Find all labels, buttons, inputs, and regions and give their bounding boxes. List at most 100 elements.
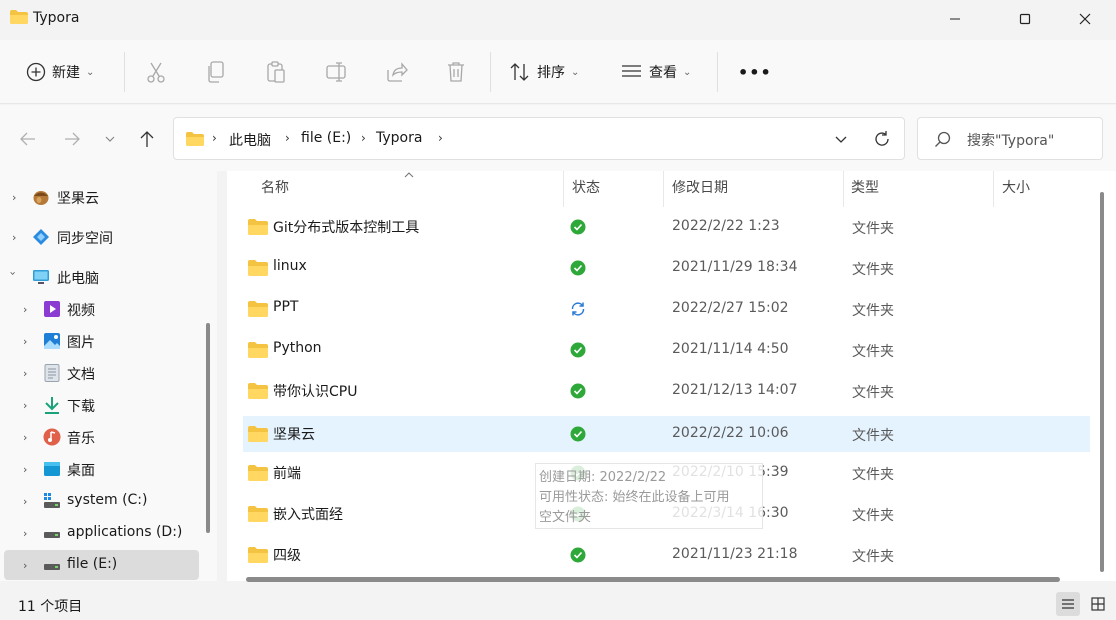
column-divider[interactable] [663, 171, 664, 207]
new-button[interactable]: 新建 ⌄ [26, 52, 94, 92]
breadcrumb-this-pc[interactable]: 此电脑 [229, 130, 271, 150]
recent-locations-button[interactable] [96, 125, 124, 153]
sidebar-item-pictures[interactable]: › 图片 [4, 326, 199, 356]
sidebar-item-nutstore[interactable]: › 坚果云 [4, 182, 199, 212]
arrow-right-icon [65, 132, 80, 146]
delete-button[interactable] [446, 52, 466, 92]
chevron-right-icon[interactable]: › [23, 303, 27, 316]
sort-button[interactable]: 排序 ⌄ [509, 52, 579, 92]
synced-check-icon [570, 260, 586, 276]
maximize-icon [1019, 13, 1031, 25]
sidebar-item-documents[interactable]: › 文档 [4, 358, 199, 388]
chevron-right-icon[interactable]: › [23, 495, 27, 508]
sidebar-item-drive-d[interactable]: › applications (D:) [4, 518, 199, 548]
column-header-name[interactable]: 名称 [261, 177, 289, 197]
search-icon [935, 131, 951, 147]
file-row[interactable]: 带你认识CPU 2021/12/13 14:07 文件夹 [243, 373, 1090, 409]
file-row[interactable]: Git分布式版本控制工具 2022/2/22 1:23 文件夹 [243, 209, 1090, 245]
sidebar-item-drive-c[interactable]: › system (C:) [4, 486, 199, 516]
column-header-date[interactable]: 修改日期 [672, 177, 728, 197]
sidebar-item-videos[interactable]: › 视频 [4, 294, 199, 324]
chevron-right-icon[interactable]: › [23, 431, 27, 444]
sidebar-item-label: 同步空间 [57, 231, 113, 247]
chevron-right-icon[interactable]: › [23, 559, 27, 572]
chevron-down-icon[interactable]: › [7, 271, 20, 275]
file-row[interactable]: Python 2021/11/14 4:50 文件夹 [243, 332, 1090, 368]
file-name[interactable]: Git分布式版本控制工具 [273, 217, 419, 237]
windows-drive-icon [44, 493, 60, 508]
column-divider[interactable] [563, 171, 564, 207]
chevron-right-icon[interactable]: › [23, 367, 27, 380]
folder-icon [248, 506, 268, 522]
pictures-icon [44, 333, 60, 349]
sidebar-item-music[interactable]: › 音乐 [4, 422, 199, 452]
search-input[interactable]: 搜索"Typora" [967, 130, 1054, 150]
folder-icon [248, 260, 268, 276]
column-divider[interactable] [843, 171, 844, 207]
sync-space-icon [33, 229, 49, 245]
more-options-button[interactable]: ••• [738, 52, 772, 92]
view-button[interactable]: 查看 ⌄ [621, 52, 691, 92]
cut-button[interactable] [146, 52, 166, 92]
sidebar-item-desktop[interactable]: › 桌面 [4, 454, 199, 484]
file-row[interactable]: PPT 2022/2/27 15:02 文件夹 [243, 291, 1090, 327]
file-row[interactable]: linux 2021/11/29 18:34 文件夹 [243, 250, 1090, 286]
rename-button[interactable] [326, 52, 348, 92]
minimize-button[interactable] [932, 0, 978, 38]
details-view-button[interactable] [1056, 592, 1080, 616]
sidebar-item-label: 音乐 [67, 431, 95, 447]
close-button[interactable] [1062, 0, 1108, 38]
paste-icon [267, 61, 285, 83]
file-row[interactable]: 四级 2021/11/23 21:18 文件夹 [243, 537, 1090, 573]
chevron-right-icon[interactable]: › [12, 191, 16, 204]
column-header-status[interactable]: 状态 [572, 177, 600, 197]
column-header-size[interactable]: 大小 [1002, 177, 1030, 197]
search-box[interactable]: 搜索"Typora" [917, 117, 1103, 160]
file-name[interactable]: Python [273, 340, 322, 356]
vertical-scrollbar[interactable] [1100, 192, 1104, 572]
forward-button[interactable] [58, 125, 86, 153]
cut-icon [147, 62, 165, 83]
back-button[interactable] [14, 125, 42, 153]
file-name[interactable]: linux [273, 258, 307, 274]
file-type: 文件夹 [852, 344, 894, 360]
chevron-right-icon[interactable]: › [12, 231, 16, 244]
share-button[interactable] [386, 52, 408, 92]
tooltip-availability: 可用性状态: 始终在此设备上可用 [539, 490, 730, 505]
horizontal-scrollbar[interactable] [246, 577, 1060, 582]
thumbnail-view-icon [1091, 597, 1105, 611]
file-name[interactable]: 四级 [273, 545, 301, 565]
maximize-button[interactable] [1002, 0, 1048, 38]
file-name[interactable]: 前端 [273, 463, 301, 483]
column-divider[interactable] [993, 171, 994, 207]
chevron-right-icon[interactable]: › [23, 527, 27, 540]
sidebar-item-this-pc[interactable]: › 此电脑 [4, 262, 199, 292]
file-name[interactable]: 嵌入式面经 [273, 504, 343, 524]
refresh-icon[interactable] [873, 130, 891, 148]
sidebar-item-sync-space[interactable]: › 同步空间 [4, 222, 199, 252]
synced-check-icon [570, 219, 586, 235]
address-bar[interactable]: › 此电脑 › file (E:) › Typora › [173, 117, 905, 160]
up-button[interactable] [133, 125, 161, 153]
breadcrumb-drive-e[interactable]: file (E:) [301, 130, 351, 146]
file-name[interactable]: 带你认识CPU [273, 381, 357, 401]
sidebar-item-label: 视频 [67, 303, 95, 319]
copy-button[interactable] [206, 52, 226, 92]
chevron-right-icon: › [212, 131, 217, 145]
column-header-type[interactable]: 类型 [851, 177, 879, 197]
sidebar-scrollbar[interactable] [206, 323, 210, 533]
thumbnail-view-button[interactable] [1086, 592, 1110, 616]
paste-button[interactable] [266, 52, 286, 92]
sidebar-item-downloads[interactable]: › 下载 [4, 390, 199, 420]
file-row[interactable]: 坚果云 2022/2/22 10:06 文件夹 [243, 416, 1090, 452]
sidebar-item-drive-e[interactable]: › file (E:) [4, 550, 199, 580]
file-name[interactable]: 坚果云 [273, 424, 315, 444]
breadcrumb-typora[interactable]: Typora [376, 130, 422, 146]
chevron-down-icon[interactable] [834, 135, 848, 144]
chevron-right-icon[interactable]: › [23, 335, 27, 348]
chevron-right-icon[interactable]: › [23, 399, 27, 412]
file-name[interactable]: PPT [273, 299, 298, 315]
sidebar-item-label: 文档 [67, 367, 95, 383]
chevron-right-icon[interactable]: › [23, 463, 27, 476]
sort-icon [510, 63, 529, 81]
